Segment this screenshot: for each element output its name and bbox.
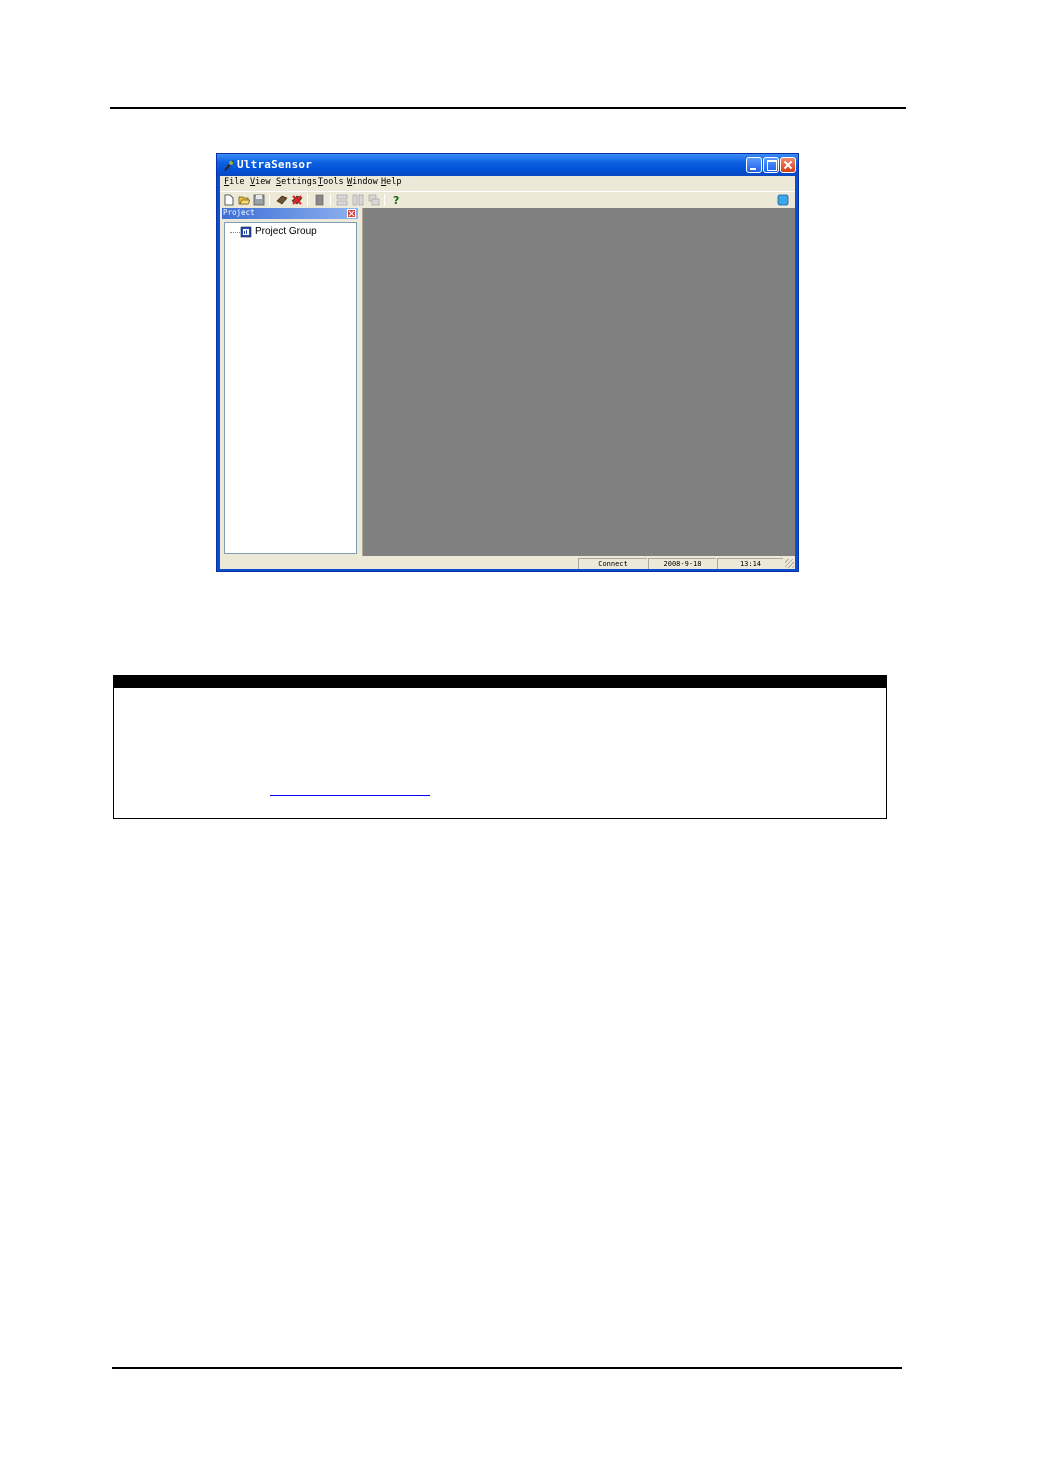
tree-item-project-group[interactable]: Project Group [255, 226, 317, 237]
toolbar-separator [384, 194, 385, 206]
note-link[interactable] [270, 782, 430, 796]
menu-tools[interactable]: Tools [318, 177, 344, 187]
menu-bar: File View Settings Tools Window Help [220, 176, 795, 191]
toolbar-separator [269, 194, 270, 206]
note-header-bar [114, 676, 886, 688]
app-window: UltraSensor File View Settings Tools Win… [216, 153, 799, 572]
maximize-button[interactable] [763, 157, 779, 173]
device-icon[interactable] [314, 194, 326, 206]
workspace-area [362, 208, 795, 556]
menu-view[interactable]: View [250, 177, 270, 187]
project-tree: Project Group [224, 222, 357, 554]
client-area: File View Settings Tools Window Help ? P… [220, 176, 795, 569]
status-time: 13:14 [717, 558, 783, 569]
help-icon[interactable]: ? [390, 194, 402, 206]
menu-file[interactable]: File [224, 177, 244, 187]
project-panel-caption[interactable]: Project [222, 208, 358, 219]
note-box [113, 675, 887, 819]
menu-help[interactable]: Help [381, 177, 401, 187]
project-panel: Project Project Group [222, 208, 358, 556]
status-date: 2008-9-18 [648, 558, 716, 569]
panel-close-icon[interactable] [347, 209, 356, 218]
open-folder-icon[interactable] [238, 194, 250, 206]
save-icon[interactable] [253, 194, 265, 206]
minimize-button[interactable] [746, 157, 762, 173]
title-bar[interactable]: UltraSensor [217, 154, 798, 176]
close-button[interactable] [780, 157, 796, 173]
status-indicator-icon[interactable] [777, 194, 789, 206]
cascade-icon[interactable] [368, 194, 380, 206]
footer-rule [112, 1367, 902, 1369]
project-panel-title: Project [223, 208, 255, 217]
toolbar: ? [220, 191, 795, 207]
disconnect-icon[interactable] [291, 194, 303, 206]
menu-window[interactable]: Window [347, 177, 378, 187]
svg-text:?: ? [393, 194, 399, 206]
project-group-icon [240, 226, 252, 238]
connect-icon[interactable] [276, 194, 288, 206]
header-rule [110, 107, 906, 109]
menu-settings[interactable]: Settings [276, 177, 317, 187]
app-icon [224, 160, 234, 171]
tile-vertical-icon[interactable] [352, 194, 364, 206]
new-file-icon[interactable] [223, 194, 235, 206]
toolbar-separator [307, 194, 308, 206]
status-bar: Connect 2008-9-18 13:14 [220, 557, 795, 569]
status-connection: Connect [578, 558, 647, 569]
tile-horizontal-icon[interactable] [336, 194, 348, 206]
window-title: UltraSensor [237, 158, 313, 171]
resize-grip[interactable] [785, 559, 794, 568]
toolbar-separator [330, 194, 331, 206]
